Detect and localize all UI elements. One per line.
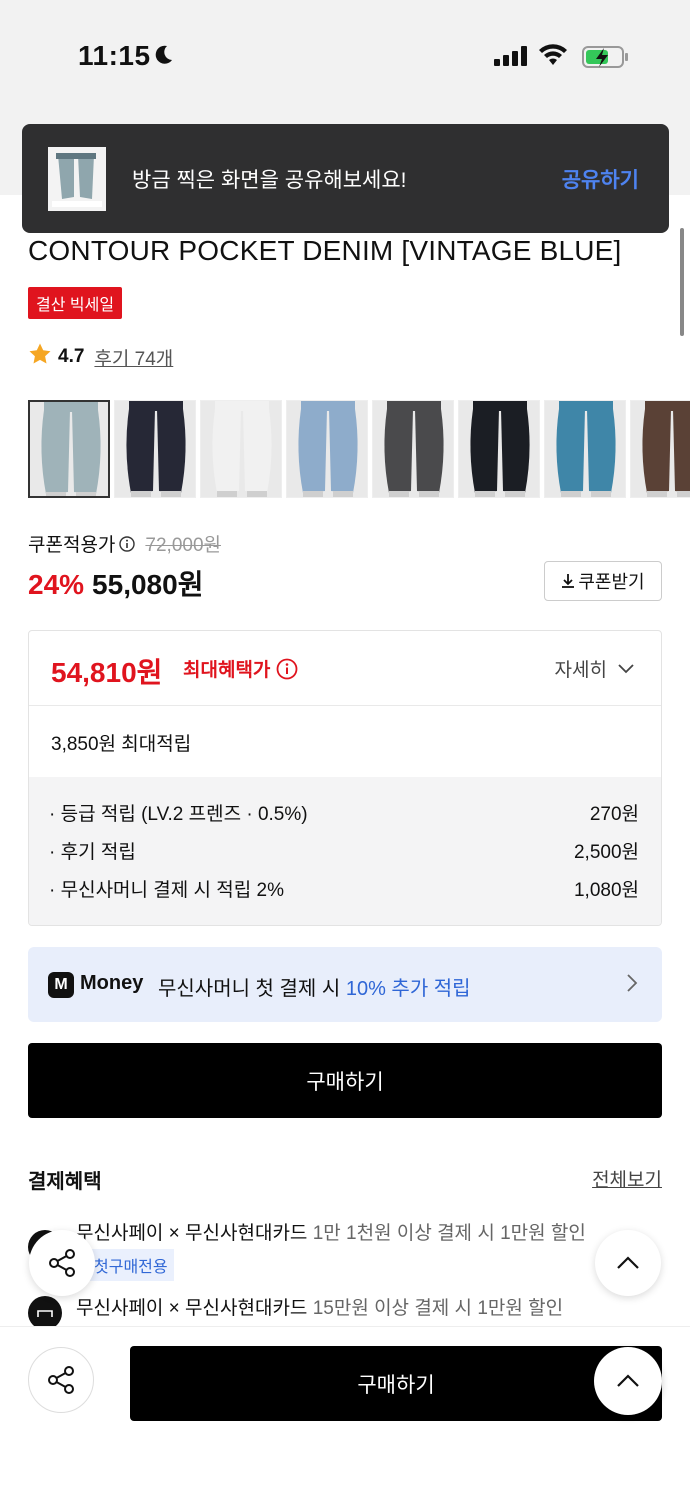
chevron-up-icon [616,1256,640,1270]
floating-share-button[interactable] [29,1230,95,1296]
scrollbar[interactable] [680,228,684,336]
moon-icon [152,44,174,71]
battery-charging-icon [582,45,630,74]
payment-benefit-title: 무신사페이 × 무신사현대카드 [76,1298,308,1319]
share-button[interactable] [28,1347,94,1413]
points-row-value: 270원 [589,804,639,825]
chevron-up-icon [616,1374,640,1388]
share-action-button[interactable]: 공유하기 [562,164,639,194]
share-toast: 방금 찍은 화면을 공유해보세요! 공유하기 [22,124,669,233]
points-row-label: · 무신사머니 결제 시 적립 2% [49,880,284,901]
color-thumbnail[interactable] [286,400,368,498]
first-purchase-tag: 첫구매전용 [88,1249,174,1281]
points-row: · 등급 적립 (LV.2 프렌즈 · 0.5%) 270원 [49,799,639,826]
payment-benefit-desc: 15만원 이상 결제 시 1만원 할인 [312,1298,564,1319]
rating: 4.7 후기 74개 [28,342,173,372]
color-thumbnail[interactable] [630,400,690,498]
color-thumbnail[interactable] [372,400,454,498]
musinsa-money-banner[interactable]: M Money 무신사머니 첫 결제 시 10% 추가 적립 [28,947,662,1022]
max-benefit-label[interactable]: 최대혜택가 [183,655,298,682]
info-icon [276,658,298,680]
share-icon [45,1364,77,1396]
share-icon [46,1247,78,1279]
points-row: · 후기 적립 2,500원 [49,837,639,864]
chevron-down-icon [617,663,635,675]
rating-score: 4.7 [58,346,85,367]
view-all-link[interactable]: 전체보기 [592,1165,662,1192]
wifi-icon [538,43,568,72]
original-price: 72,000원 [145,535,221,556]
money-promo-highlight: 10% 추가 적립 [345,978,471,1000]
money-brand: Money [80,972,144,994]
bottom-buy-button[interactable]: 구매하기 [130,1346,662,1421]
card-icon [28,1296,62,1330]
color-thumbnail[interactable] [114,400,196,498]
color-thumbnail[interactable] [458,400,540,498]
coupon-price-label: 쿠폰적용가 72,000원 [28,530,221,557]
payment-benefit-desc: 1만 1천원 이상 결제 시 1만원 할인 [312,1223,586,1244]
sale-price: 24% 55,080원 [28,563,203,603]
info-icon[interactable] [119,535,136,552]
signal-icon [494,46,528,71]
detail-toggle[interactable]: 자세히 [555,655,635,682]
color-thumbnail[interactable] [200,400,282,498]
payment-benefit-text: 무신사페이 × 무신사현대카드 1만 1천원 이상 결제 시 1만원 할인 [76,1218,586,1245]
sale-badge: 결산 빅세일 [28,287,123,319]
scroll-top-button[interactable] [594,1347,662,1415]
points-row-label: · 등급 적립 (LV.2 프렌즈 · 0.5%) [49,804,308,825]
money-logo-icon: M [48,972,74,998]
points-row: · 무신사머니 결제 시 적립 2% 1,080원 [49,875,639,902]
max-benefit-text: 최대혜택가 [183,660,271,681]
buy-button[interactable]: 구매하기 [28,1043,662,1118]
payment-benefits-heading: 결제혜택 [28,1171,102,1193]
payment-benefit-title: 무신사페이 × 무신사현대카드 [76,1223,308,1244]
product-title: CONTOUR POCKET DENIM [VINTAGE BLUE] [28,235,622,266]
color-thumbnail[interactable] [28,400,110,498]
chevron-right-icon [626,973,638,998]
points-row-value: 1,080원 [573,880,639,901]
points-row-value: 2,500원 [573,842,639,863]
toast-message: 방금 찍은 화면을 공유해보세요! [132,169,407,192]
max-points: 3,850원 최대적립 [51,734,192,755]
download-icon [561,573,575,589]
max-benefit-price: 54,810원 [51,657,163,688]
status-time: 11:15 [78,40,151,71]
money-promo-main: 무신사머니 첫 결제 시 [158,978,341,1000]
coupon-button-label: 쿠폰받기 [578,572,645,592]
points-breakdown: · 등급 적립 (LV.2 프렌즈 · 0.5%) 270원 · 후기 적립 2… [29,777,661,925]
discount-percent: 24% [28,569,85,600]
coupon-label: 쿠폰적용가 [28,535,116,556]
points-row-label: · 후기 적립 [49,842,136,863]
star-icon [28,342,52,372]
reviews-link[interactable]: 후기 74개 [94,344,173,371]
divider [29,705,661,706]
floating-scroll-top-button[interactable] [595,1230,661,1296]
benefit-box: 54,810원 최대혜택가 자세히 3,850원 최대적립 · 등급 적립 (L… [28,630,662,926]
color-thumbnail[interactable] [544,400,626,498]
detail-label: 자세히 [554,660,607,681]
color-thumbnails [28,400,690,498]
coupon-download-button[interactable]: 쿠폰받기 [544,561,662,601]
money-promo-text: 무신사머니 첫 결제 시 10% 추가 적립 [158,972,471,1001]
screenshot-thumbnail[interactable] [48,147,106,211]
price-value: 55,080원 [92,569,204,600]
payment-benefit-text: 무신사페이 × 무신사현대카드 15만원 이상 결제 시 1만원 할인 [76,1293,563,1320]
